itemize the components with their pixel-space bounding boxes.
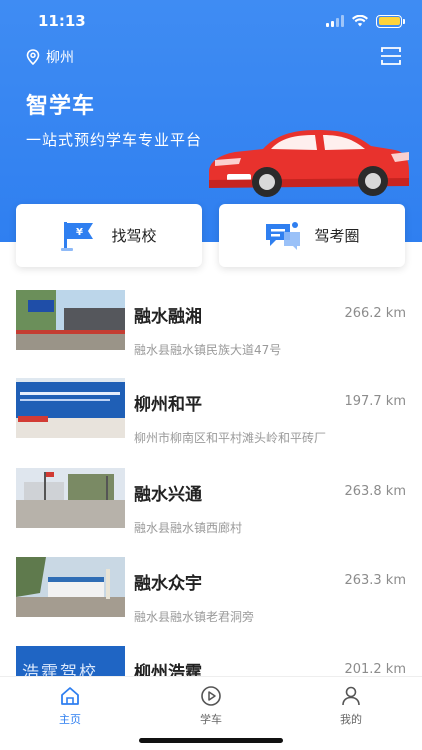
user-icon [342,686,360,706]
signal-icon [326,15,344,27]
red-car-illustration [209,130,409,197]
status-time: 11:13 [38,12,86,30]
play-circle-icon [201,686,221,706]
battery-icon [376,14,405,28]
status-icons [326,13,405,29]
scan-menu-icon[interactable] [380,45,402,67]
school-address: 融水县融水镇老君洞旁 [134,610,255,624]
app-title: 智学车 [26,94,96,119]
tab-learn-label: 学车 [200,713,222,726]
tab-mine[interactable]: 我的 [311,685,391,727]
exam-circle-label: 驾考圈 [314,227,360,245]
school-distance: 263.8 km [344,484,406,499]
school-thumbnail [16,378,125,438]
school-address: 融水县融水镇民族大道47号 [134,343,282,357]
list-item[interactable]: 融水众宇 263.3 km 融水县融水镇老君洞旁 [0,557,422,627]
list-item[interactable]: 融水兴通 263.8 km 融水县融水镇西廊村 [0,468,422,538]
chat-bubble-icon [266,221,301,250]
find-school-button[interactable]: ¥ 找驾校 [16,204,202,267]
home-icon [61,687,79,705]
app-subtitle: 一站式预约学车专业平台 [26,131,203,149]
location-label: 柳州 [46,50,74,66]
school-address: 融水县融水镇西廊村 [134,521,243,535]
status-bar: 11:13 [0,0,422,44]
tab-home[interactable]: 主页 [30,685,110,727]
school-name: 融水融湘 [134,307,202,327]
school-distance: 266.2 km [344,306,406,321]
school-distance: 263.3 km [344,573,406,588]
svg-text:¥: ¥ [76,227,83,238]
school-address: 柳州市柳南区和平村滩头岭和平砖厂 [134,431,327,445]
school-thumbnail: 浩霆驾校 [16,646,125,676]
find-school-label: 找驾校 [111,227,157,245]
school-sign-text: 浩霆驾校 [22,663,98,676]
school-name: 融水兴通 [134,485,202,505]
home-indicator [139,738,283,743]
tab-home-label: 主页 [59,713,81,726]
school-name: 柳州和平 [134,395,202,415]
flag-yuan-icon: ¥ [61,221,94,251]
wifi-icon [352,15,368,27]
location-pin-icon [26,49,40,65]
location-selector[interactable]: 柳州 [26,47,74,67]
list-item[interactable]: 柳州和平 197.7 km 柳州市柳南区和平村滩头岭和平砖厂 [0,378,422,448]
exam-circle-button[interactable]: 驾考圈 [219,204,405,267]
school-thumbnail [16,557,125,617]
school-name: 融水众宇 [134,574,202,594]
list-item[interactable]: 融水融湘 266.2 km 融水县融水镇民族大道47号 [0,290,422,360]
tab-mine-label: 我的 [340,713,362,726]
school-distance: 197.7 km [344,394,406,409]
school-distance: 201.2 km [344,662,406,677]
school-thumbnail [16,290,125,350]
school-thumbnail [16,468,125,528]
tab-learn[interactable]: 学车 [171,685,251,727]
